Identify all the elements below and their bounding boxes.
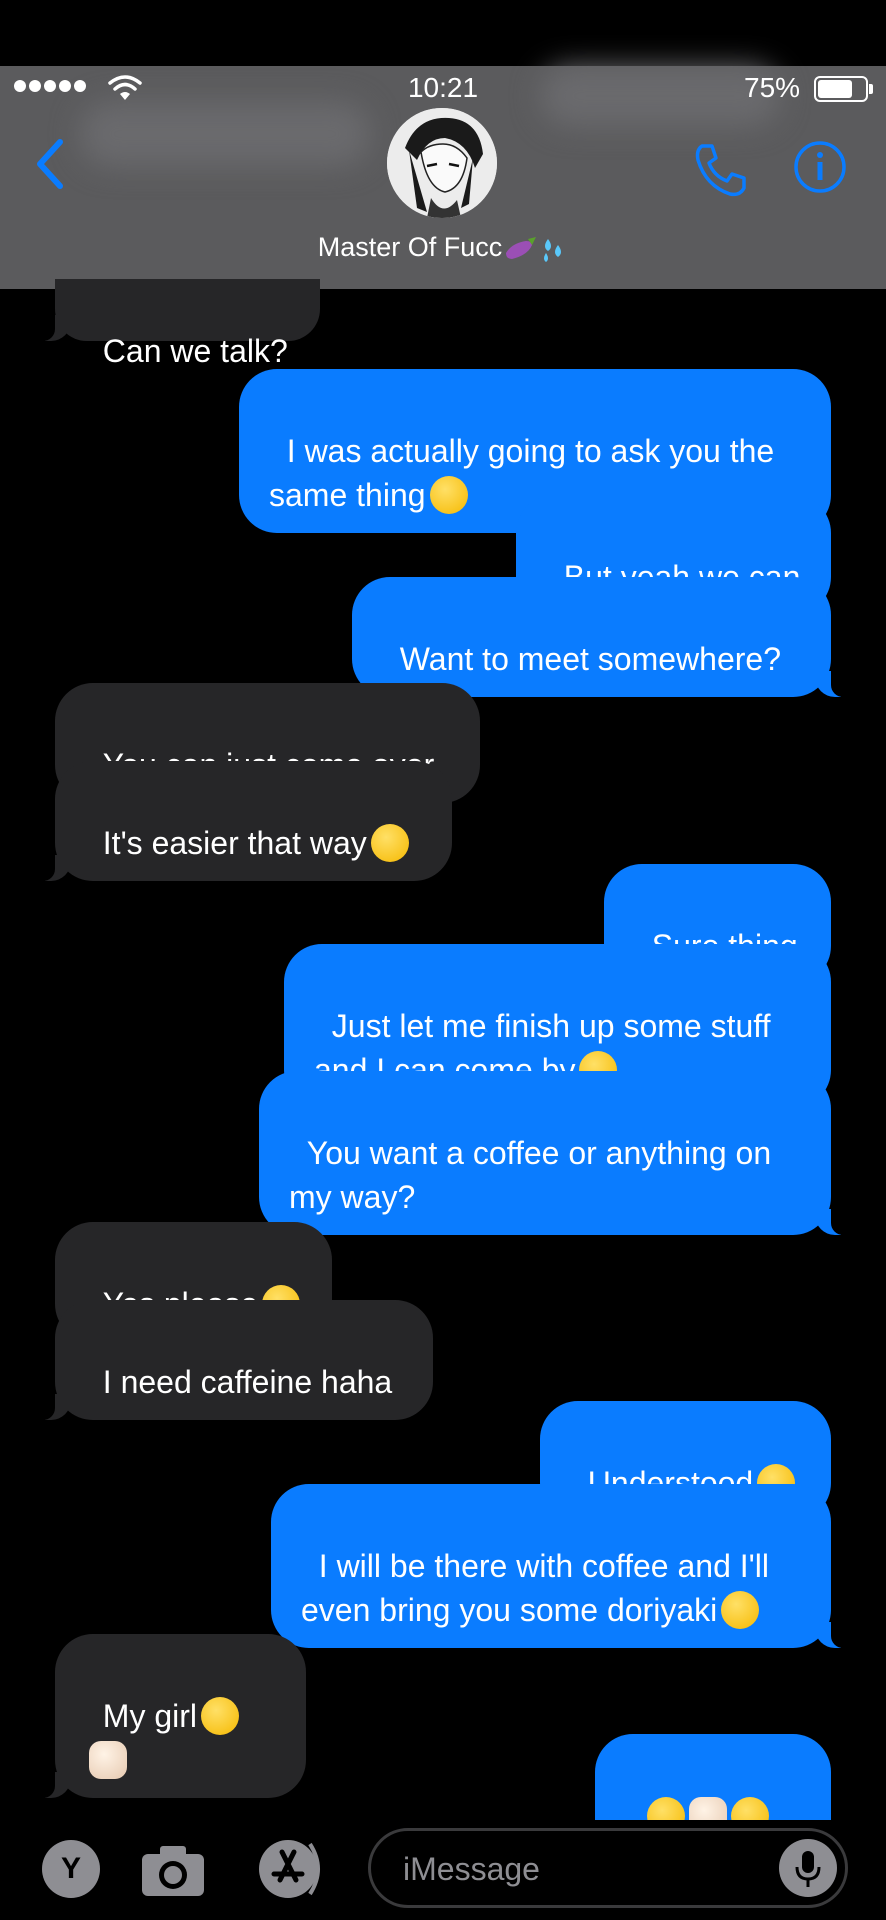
sweat-droplets-emoji [544,238,562,262]
avatar-illustration [387,108,497,218]
message-text: You want a coffee or anything on my way? [289,1135,781,1215]
contact-name-text: Master Of Fucc [317,232,503,262]
message-outgoing[interactable]: You want a coffee or anything on my way? [259,1071,849,1235]
message-text: My girl [102,1698,197,1734]
info-button[interactable] [793,140,847,194]
message-incoming[interactable]: I need caffeine haha [37,1300,433,1420]
microphone-icon [795,1851,821,1887]
camera-button[interactable] [138,1840,208,1900]
message-text: I need caffeine haha [102,1364,393,1400]
phone-call-button[interactable] [690,140,750,200]
eggplant-emoji [506,236,537,259]
relieved-emoji [721,1591,760,1629]
contact-avatar[interactable] [387,108,497,218]
microphone-button[interactable] [779,1839,837,1897]
message-input-bar: Y [0,1820,886,1920]
conversation-header: 10:21 75% Master Of Fucc [0,66,886,289]
app-drawer-button[interactable]: Y [42,1840,100,1898]
smiling-face-emoji [370,824,409,862]
battery-percent: 75% [744,72,801,103]
top-black-band [0,0,886,66]
weary-face-emoji [201,1697,239,1735]
message-input[interactable] [401,1845,765,1893]
message-text: I will be there with coffee and I'll eve… [301,1548,778,1628]
imessage-field[interactable] [368,1828,848,1908]
grinning-sweat-emoji [429,476,468,514]
message-text: Can we talk? [102,333,288,369]
message-incoming[interactable]: My girl [37,1634,306,1798]
contact-name[interactable]: Master Of Fucc [0,232,886,263]
message-outgoing[interactable]: I will be there with coffee and I'll eve… [271,1484,849,1648]
fist-bump-emoji [89,1741,127,1779]
status-bar: 10:21 75% [0,66,886,114]
app-store-button[interactable] [252,1838,332,1900]
message-text: Want to meet somewhere? [399,641,781,677]
back-button[interactable] [30,134,70,194]
message-incoming[interactable]: Can we talk? [37,279,320,369]
battery-icon [814,76,873,102]
message-incoming[interactable]: It's easier that way [37,761,452,881]
message-text: It's easier that way [102,825,367,861]
message-outgoing[interactable]: Want to meet somewhere? [352,577,849,697]
